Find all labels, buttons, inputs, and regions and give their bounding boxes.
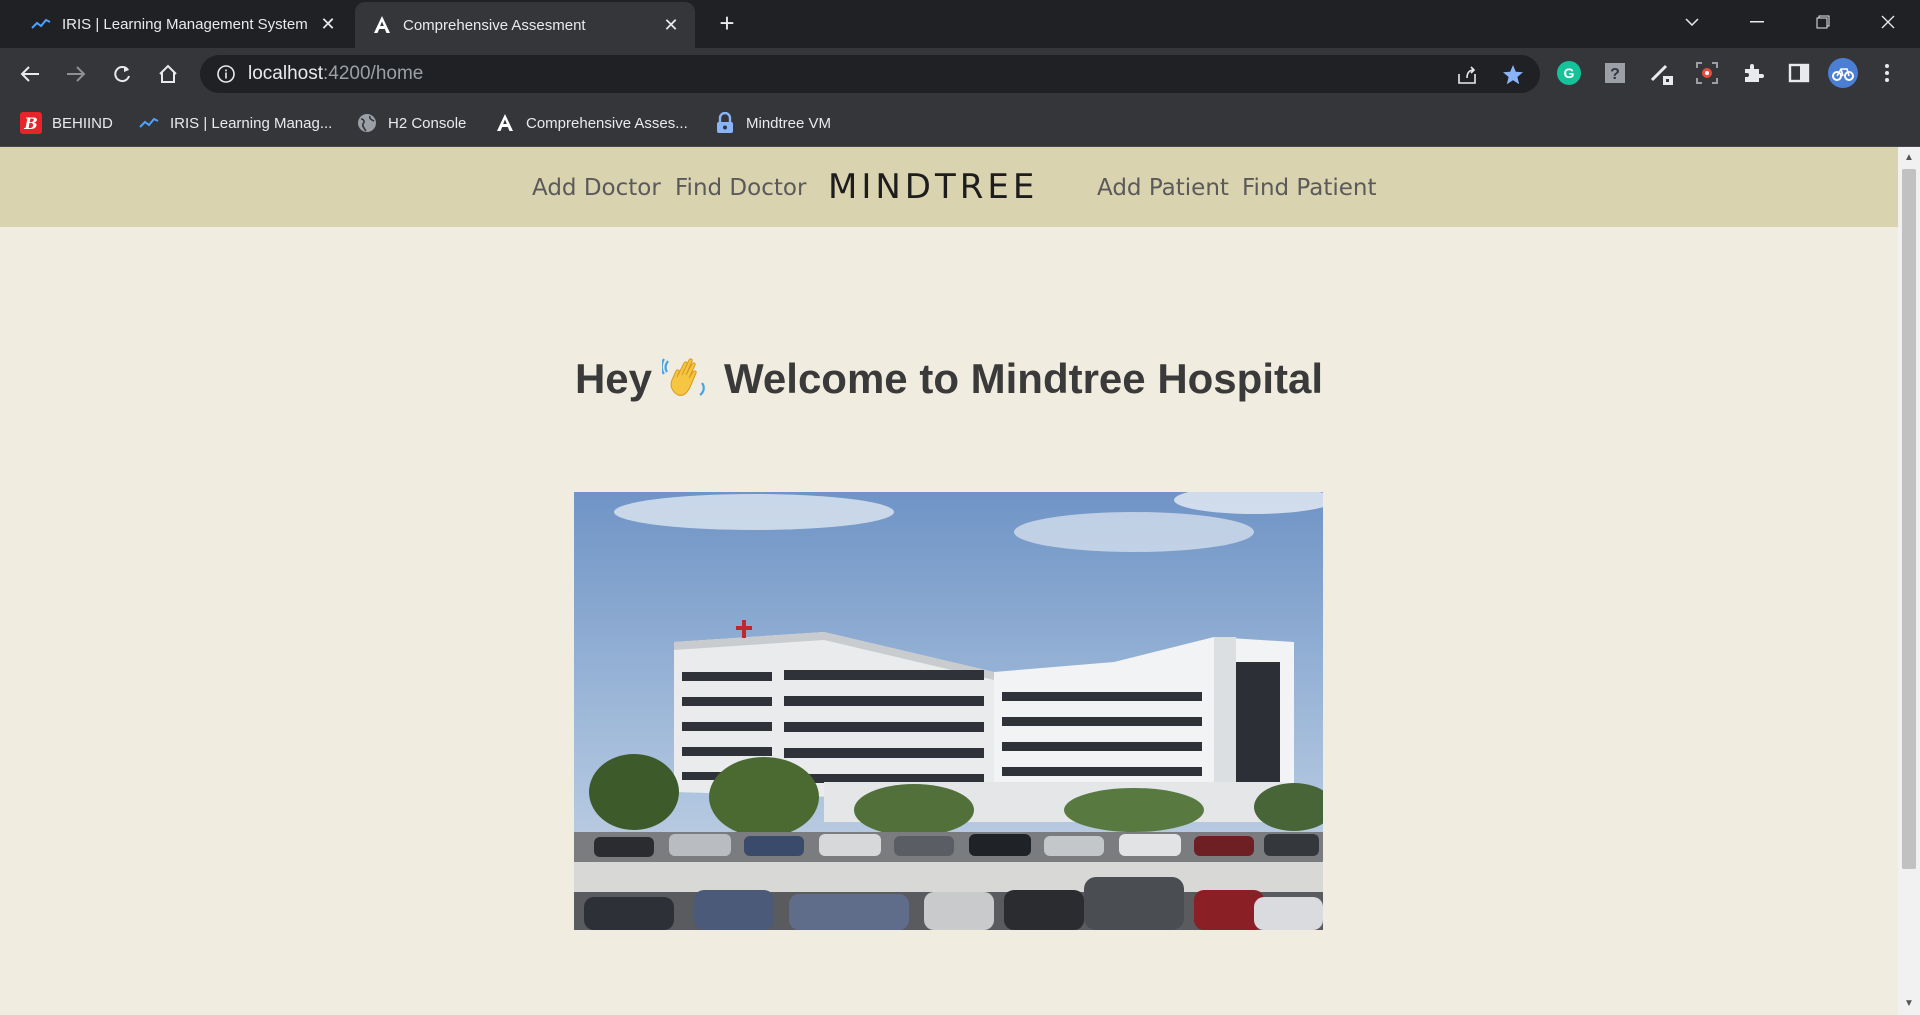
bookmark-label: Mindtree VM	[746, 114, 832, 132]
side-panel-icon[interactable]	[1784, 58, 1814, 88]
close-tab-icon[interactable]: ✕	[657, 15, 685, 36]
page-viewport: Add Doctor Find Doctor MINDTREE Add Pati…	[0, 147, 1898, 1015]
bookmark-label: BEHIIND	[52, 114, 113, 132]
bookmark-comprehensive[interactable]: Comprehensive Asses...	[494, 100, 688, 146]
bookmark-label: IRIS | Learning Manag...	[170, 114, 333, 132]
bookmark-iris[interactable]: IRIS | Learning Manag...	[138, 100, 332, 146]
share-icon[interactable]	[1456, 64, 1478, 86]
tab-strip: IRIS | Learning Management System ✕ Comp…	[0, 0, 1920, 48]
browser-toolbar: localhost:4200/home G ?	[0, 48, 1920, 100]
tab-title: IRIS | Learning Management System	[62, 15, 308, 33]
grammarly-icon[interactable]: G	[1554, 58, 1584, 88]
nav-find-doctor[interactable]: Find Doctor	[675, 147, 806, 229]
lock-icon	[714, 112, 736, 134]
nav-add-patient[interactable]: Add Patient	[1097, 147, 1229, 229]
bookmark-behiind[interactable]: B BEHIIND	[20, 100, 113, 146]
waving-hand-icon	[660, 355, 708, 409]
bookmark-label: Comprehensive Asses...	[526, 114, 688, 132]
hey-text: Hey	[574, 355, 653, 403]
tab-title: Comprehensive Assesment	[403, 16, 586, 34]
bookmark-h2-console[interactable]: H2 Console	[356, 100, 466, 146]
angular-icon	[494, 112, 516, 134]
url-path: :4200/home	[323, 63, 424, 84]
hospital-building-photo	[574, 492, 1323, 930]
iris-icon	[30, 13, 52, 35]
reload-icon[interactable]	[106, 58, 138, 90]
page-scrollbar[interactable]: ▲ ▼	[1898, 147, 1920, 1015]
tab-iris[interactable]: IRIS | Learning Management System ✕	[0, 0, 352, 48]
menu-kebab-icon[interactable]	[1872, 58, 1902, 88]
home-icon[interactable]	[152, 58, 184, 90]
close-window-icon[interactable]	[1858, 0, 1918, 44]
iris-icon	[138, 112, 160, 134]
app-navbar: Add Doctor Find Doctor MINDTREE Add Pati…	[0, 147, 1898, 227]
bookmarks-bar: B BEHIIND IRIS | Learning Manag... H2 Co…	[0, 100, 1920, 147]
behiind-icon: B	[20, 112, 42, 134]
page-title: Hey Welcome to Mindtree Hospital	[0, 355, 1898, 409]
tab-comprehensive[interactable]: Comprehensive Assesment ✕	[355, 2, 695, 48]
bookmark-label: H2 Console	[388, 114, 467, 132]
svg-text:G: G	[1564, 65, 1575, 81]
info-icon[interactable]	[216, 64, 236, 84]
angular-icon	[371, 14, 393, 36]
forward-icon[interactable]	[60, 58, 92, 90]
pen-extension-icon[interactable]	[1646, 58, 1676, 88]
globe-icon	[356, 112, 378, 134]
scrollbar-thumb[interactable]	[1902, 169, 1916, 869]
new-tab-icon[interactable]: +	[712, 8, 742, 38]
close-tab-icon[interactable]: ✕	[314, 14, 342, 35]
scroll-up-icon[interactable]: ▲	[1898, 149, 1920, 167]
nav-find-patient[interactable]: Find Patient	[1242, 147, 1377, 229]
scroll-down-icon[interactable]: ▼	[1898, 995, 1920, 1013]
extensions-puzzle-icon[interactable]	[1738, 58, 1768, 88]
brand-logo[interactable]: MINDTREE	[828, 147, 1038, 227]
minimize-icon[interactable]	[1727, 0, 1787, 44]
url-text[interactable]: localhost:4200/home	[248, 55, 423, 93]
help-extension-icon[interactable]: ?	[1600, 58, 1630, 88]
screen-recorder-icon[interactable]	[1692, 58, 1722, 88]
restore-icon[interactable]	[1793, 0, 1853, 44]
welcome-text: Welcome to Mindtree Hospital	[724, 355, 1324, 403]
url-host: localhost	[248, 63, 323, 84]
address-bar[interactable]: localhost:4200/home	[200, 55, 1540, 93]
tab-search-icon[interactable]	[1662, 0, 1722, 44]
svg-text:B: B	[23, 114, 38, 133]
bookmark-star-icon[interactable]	[1502, 64, 1524, 86]
nav-add-doctor[interactable]: Add Doctor	[532, 147, 661, 229]
profile-avatar[interactable]	[1828, 58, 1858, 88]
back-icon[interactable]	[14, 58, 46, 90]
bookmark-mindtree-vm[interactable]: Mindtree VM	[714, 100, 831, 146]
svg-text:?: ?	[1610, 66, 1620, 83]
